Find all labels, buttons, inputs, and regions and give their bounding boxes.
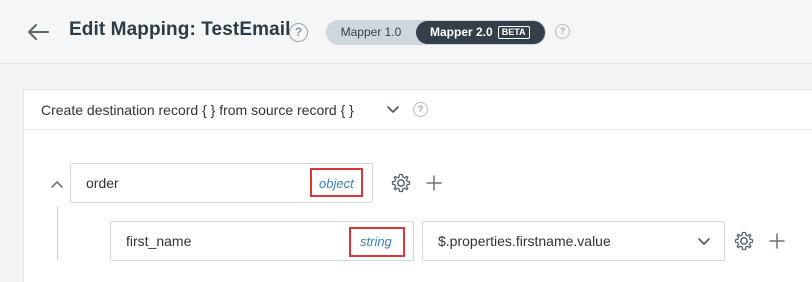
- highlight-box: [310, 168, 363, 197]
- mapper-2-label: Mapper 2.0: [430, 25, 493, 39]
- mapping-description-bar: Create destination record { } from sourc…: [24, 90, 812, 130]
- source-field-select[interactable]: $.properties.firstname.value: [422, 221, 725, 261]
- help-icon[interactable]: ?: [555, 24, 570, 39]
- back-arrow-icon[interactable]: [24, 20, 52, 44]
- mapper-1-option[interactable]: Mapper 1.0: [326, 20, 416, 45]
- help-icon[interactable]: ?: [413, 102, 428, 117]
- chevron-down-icon[interactable]: [385, 101, 401, 117]
- field-name: order: [86, 175, 119, 191]
- gear-icon[interactable]: [733, 230, 755, 252]
- mapping-description: Create destination record { } from sourc…: [41, 102, 354, 118]
- chevron-up-icon[interactable]: [49, 176, 65, 192]
- page-header: Edit Mapping: TestEmail ? Mapper 1.0 Map…: [0, 0, 812, 64]
- help-icon[interactable]: ?: [289, 23, 308, 42]
- beta-badge: BETA: [497, 26, 530, 39]
- highlight-box: [349, 227, 405, 257]
- source-field-value: $.properties.firstname.value: [438, 233, 611, 249]
- page-title: Edit Mapping: TestEmail: [69, 19, 291, 40]
- plus-icon[interactable]: [769, 233, 785, 249]
- mapper-2-option[interactable]: Mapper 2.0 BETA: [416, 21, 545, 44]
- mapping-panel: Create destination record { } from sourc…: [23, 89, 812, 282]
- chevron-down-icon: [696, 233, 712, 249]
- tree-connector-line: [57, 206, 58, 260]
- mapper-version-toggle[interactable]: Mapper 1.0 Mapper 2.0 BETA: [326, 20, 546, 45]
- gear-icon[interactable]: [390, 172, 412, 194]
- field-name: first_name: [126, 233, 192, 249]
- plus-icon[interactable]: [426, 175, 442, 191]
